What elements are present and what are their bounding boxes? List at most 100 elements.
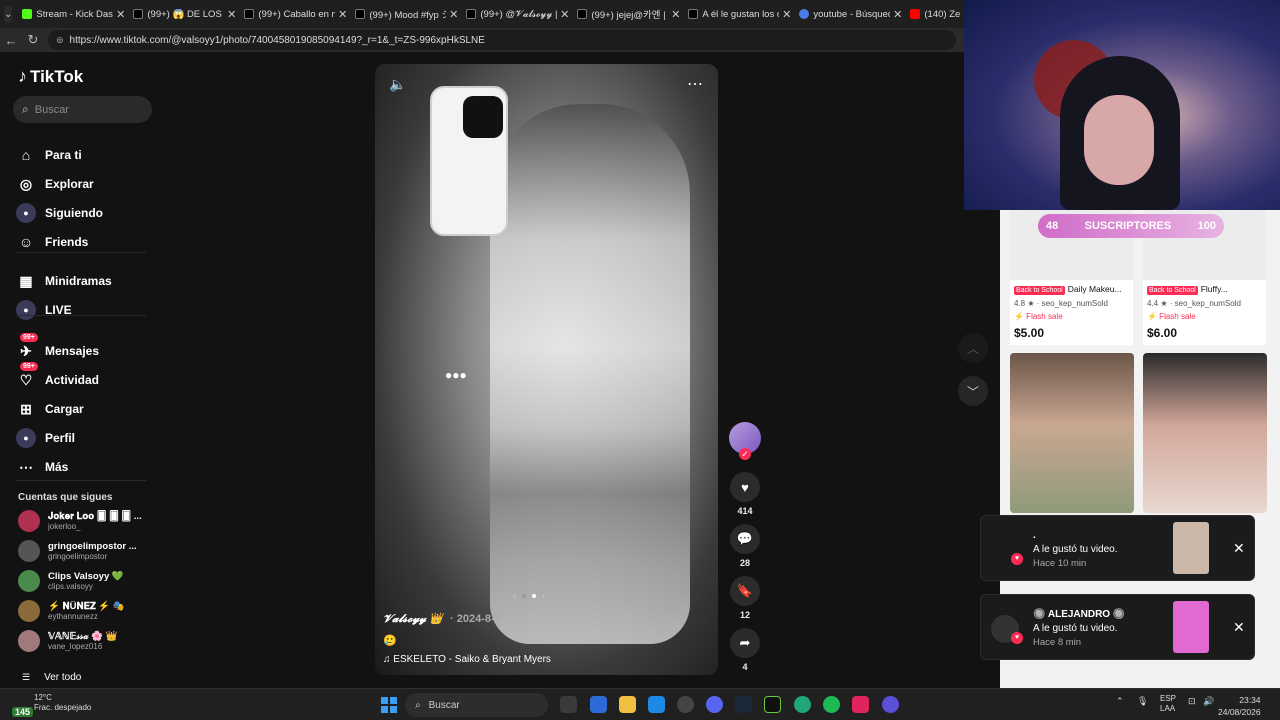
windows-start-icon[interactable] bbox=[381, 697, 397, 713]
nav-item-more[interactable]: ⋯ Más bbox=[16, 456, 68, 478]
post-music[interactable]: ♫ ESKELETO - Saiko & Bryant Myers bbox=[383, 654, 551, 665]
taskbar-search[interactable]: ⌕ Buscar bbox=[405, 693, 548, 717]
notification-thumbnail[interactable] bbox=[1173, 601, 1209, 653]
discord-icon[interactable] bbox=[706, 696, 723, 713]
bookmark-icon[interactable]: 🔖 bbox=[730, 576, 760, 606]
browser-tab[interactable]: (99+) Caballo en mo ✕ bbox=[240, 2, 351, 26]
comment-action[interactable]: 💬 28 bbox=[730, 524, 760, 568]
comment-icon[interactable]: 💬 bbox=[730, 524, 760, 554]
nav-item-following-avatar[interactable]: ● Siguiendo bbox=[16, 202, 103, 224]
video-thumbnail[interactable] bbox=[1010, 353, 1134, 513]
close-tab-icon[interactable]: ✕ bbox=[560, 8, 569, 21]
next-post-button[interactable]: ﹀ bbox=[958, 376, 988, 406]
browser-tab[interactable]: youtube - Búsqueda ✕ bbox=[795, 2, 906, 26]
task-view-icon[interactable] bbox=[560, 696, 577, 713]
back-button[interactable]: ← bbox=[0, 33, 22, 48]
carousel-next-icon[interactable]: › bbox=[542, 591, 545, 601]
steam-icon[interactable] bbox=[735, 696, 752, 713]
photo-post[interactable]: 🔈 ⋯ ●●● ‹ › 𝓥𝓪𝓵𝓼𝓸𝔂𝔂 👑 · 2024-8-7 🥲 ♫ ESK… bbox=[375, 64, 718, 675]
taskbar-clock[interactable]: 23:34 24/08/2026 bbox=[1218, 694, 1261, 718]
previous-post-button[interactable]: ︿ bbox=[958, 333, 988, 363]
close-icon[interactable]: ✕ bbox=[1233, 619, 1245, 636]
notification-thumbnail[interactable] bbox=[1173, 522, 1209, 574]
tray-chevron-up-icon[interactable]: ⌃ bbox=[1116, 696, 1124, 707]
volume-icon[interactable]: 🔊 bbox=[1203, 696, 1214, 707]
post-author[interactable]: 𝓥𝓪𝓵𝓼𝓸𝔂𝔂 👑 · 2024-8-7 bbox=[383, 612, 501, 626]
music-note-icon: ♫ bbox=[383, 654, 394, 665]
site-info-icon[interactable]: ⊜ bbox=[56, 35, 64, 46]
nav-item-message[interactable]: ✈ 99+ Mensajes bbox=[16, 333, 99, 362]
url-field[interactable]: ⊜ https://www.tiktok.com/@valsoyy1/photo… bbox=[48, 30, 956, 50]
following-account[interactable]: Clips Valsoyy 💚 clips.valsoyy bbox=[18, 568, 124, 594]
post-photo-subject bbox=[490, 104, 690, 644]
follow-plus-icon[interactable]: ✓ bbox=[739, 448, 751, 460]
close-tab-icon[interactable]: ✕ bbox=[227, 8, 236, 21]
language-indicator[interactable]: ESP LAA bbox=[1160, 694, 1176, 714]
flash-sale-label: ⚡ Flash sale bbox=[1147, 312, 1196, 321]
url-text: https://www.tiktok.com/@valsoyy1/photo/7… bbox=[69, 34, 485, 46]
copilot-icon[interactable] bbox=[590, 696, 607, 713]
video-thumbnail[interactable] bbox=[1143, 353, 1267, 513]
nav-item-film[interactable]: ▦ Minidramas bbox=[16, 270, 111, 292]
like-notification[interactable]: ♥ . A le gustó tu video. Hace 10 min ✕ bbox=[980, 515, 1255, 581]
close-tab-icon[interactable]: ✕ bbox=[449, 8, 458, 21]
volume-icon[interactable]: 🔈 bbox=[389, 76, 406, 93]
obs-icon[interactable] bbox=[882, 696, 899, 713]
nav-item-live[interactable]: ● LIVE bbox=[16, 299, 72, 321]
windows-taskbar: 12°C Frac. despejado 145 ⌕ Buscar ⌃ 🎙 ES… bbox=[0, 688, 1280, 720]
like-notification[interactable]: ♥ 🔘 ALEJANDRO 🔘 A le gustó tu video. Hac… bbox=[980, 594, 1255, 660]
following-account[interactable]: gringoelimpostor ... gringoelimpostor bbox=[18, 538, 137, 564]
like-action[interactable]: ♥ 414 bbox=[730, 472, 760, 516]
browser-tab[interactable]: (99+) Mood #fyp シ # ✕ bbox=[351, 2, 462, 26]
tiktok-logo[interactable]: ♪ TikTok bbox=[18, 66, 83, 87]
tab-list-menu-button[interactable]: ⌄ bbox=[4, 5, 13, 23]
close-tab-icon[interactable]: ✕ bbox=[893, 8, 902, 21]
nav-item-friends[interactable]: ☺ Friends bbox=[16, 231, 89, 253]
network-icon[interactable]: ⊡ bbox=[1188, 696, 1196, 707]
browser-tab[interactable]: (99+) jejej@카엔 | tik ✕ bbox=[573, 2, 684, 26]
product-tag: Back to School bbox=[1014, 286, 1065, 295]
browser-tab[interactable]: Stream - Kick Dashb ✕ bbox=[18, 2, 129, 26]
author-avatar[interactable]: ✓ bbox=[729, 422, 761, 460]
home-icon: ⌂ bbox=[21, 147, 31, 163]
browser-tab[interactable]: A él le gustan los ca ✕ bbox=[684, 2, 795, 26]
close-icon[interactable]: ✕ bbox=[1233, 540, 1245, 557]
weather-widget[interactable]: 12°C Frac. despejado 145 bbox=[8, 693, 91, 717]
nav-item-activity[interactable]: ♡ 99+ Actividad bbox=[16, 362, 99, 391]
browser-tab[interactable]: (99+) @𝓥𝓪𝓵𝓼𝓸𝔂𝔂 | ✕ bbox=[462, 2, 573, 26]
nav-item-upload[interactable]: ⊞ Cargar bbox=[16, 398, 84, 420]
carousel-prev-icon[interactable]: ‹ bbox=[513, 591, 516, 601]
search-input[interactable]: ⌕ Buscar bbox=[13, 96, 152, 123]
browser-tab[interactable]: (99+) 😱 DE LOS CE ✕ bbox=[129, 2, 240, 26]
file-explorer-icon[interactable] bbox=[619, 696, 636, 713]
close-tab-icon[interactable]: ✕ bbox=[782, 8, 791, 21]
reload-button[interactable]: ↻ bbox=[22, 32, 44, 48]
following-account[interactable]: 𝐉𝐨𝐤𝐞𝐫 𝐋𝐨𝐨 🂠 🂠 🂠 ... jokerloo_ bbox=[18, 508, 142, 534]
tiktok-app-icon[interactable] bbox=[852, 696, 869, 713]
spotify-icon[interactable] bbox=[823, 696, 840, 713]
heart-icon[interactable]: ♥ bbox=[730, 472, 760, 502]
carousel-dot[interactable] bbox=[522, 594, 526, 598]
account-handle: jokerloo_ bbox=[48, 522, 81, 531]
nav-label: Perfil bbox=[45, 431, 76, 445]
following-account[interactable]: ⚡ 𝐍Ü𝐍𝐄𝐙 ⚡ 🎭 eythannunezz bbox=[18, 598, 125, 624]
nav-item-home[interactable]: ⌂ Para ti bbox=[16, 144, 82, 166]
carousel-dot-active[interactable] bbox=[532, 594, 536, 598]
nvidia-icon[interactable] bbox=[764, 696, 781, 713]
nav-item-profile[interactable]: ● Perfil bbox=[16, 427, 75, 449]
product-rating: 4.4 ★ · seo_kep_numSold bbox=[1147, 299, 1241, 308]
close-tab-icon[interactable]: ✕ bbox=[671, 8, 680, 21]
share-action[interactable]: ➦ 4 bbox=[730, 628, 760, 672]
more-options-icon[interactable]: ⋯ bbox=[687, 74, 704, 94]
save-action[interactable]: 🔖 12 bbox=[730, 576, 760, 620]
following-account[interactable]: 𝕍𝔸ℕ𝔼𝓈𝓈𝒶 🌸 👑 vane_lopez016 bbox=[18, 628, 118, 654]
share-icon[interactable]: ➦ bbox=[730, 628, 760, 658]
nav-item-compass[interactable]: ◎ Explorar bbox=[16, 173, 94, 195]
microphone-icon[interactable]: 🎙 bbox=[1137, 696, 1148, 707]
close-tab-icon[interactable]: ✕ bbox=[116, 8, 125, 21]
github-icon[interactable] bbox=[677, 696, 694, 713]
edge-browser-icon[interactable] bbox=[794, 696, 811, 713]
see-all-link[interactable]: ☰ Ver todo bbox=[22, 672, 81, 683]
close-tab-icon[interactable]: ✕ bbox=[338, 8, 347, 21]
store-icon[interactable] bbox=[648, 696, 665, 713]
